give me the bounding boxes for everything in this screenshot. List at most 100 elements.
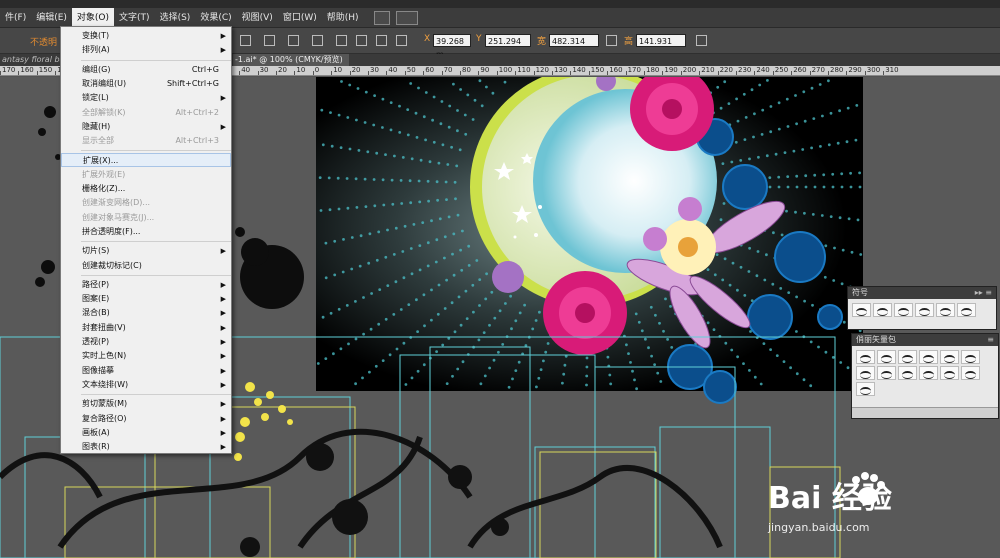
ray-dot [831, 185, 835, 189]
object-menu-item[interactable]: 图表(R) ▶ [61, 440, 231, 454]
library-panel-header[interactable]: 俏丽矢量包 ≡ [852, 334, 998, 346]
symbols-panel-header[interactable]: 符号 ▸▸ ≡ [848, 287, 996, 299]
library-swatch[interactable] [961, 350, 980, 364]
object-menu-item[interactable]: 锁定(L) ▶ [61, 91, 231, 105]
ruler-tick [423, 71, 425, 75]
symbol-swatch[interactable] [915, 303, 934, 317]
object-menu-item[interactable]: 实时上色(N) ▶ [61, 349, 231, 363]
ruler-label: 170 [627, 66, 641, 74]
object-menu-item[interactable]: 透视(P) ▶ [61, 335, 231, 349]
object-menu-item[interactable]: 取消编组(U) Shift+Ctrl+G [61, 77, 231, 91]
width-field[interactable]: 482.314 [549, 34, 599, 47]
library-swatch[interactable] [877, 366, 896, 380]
ray-dot [426, 264, 430, 268]
ray-dot [829, 111, 833, 115]
ray-dot [838, 109, 841, 113]
height-field[interactable]: 141.931 [636, 34, 686, 47]
object-menu-item[interactable]: 编组(G) Ctrl+G [61, 63, 231, 77]
panel-menu-icon[interactable]: ≡ [987, 334, 994, 346]
arrange-documents-icon[interactable] [395, 10, 418, 25]
ray-dot [445, 198, 448, 201]
object-menu-item[interactable]: 拼合透明度(F)... [61, 225, 231, 239]
symbol-swatch[interactable] [873, 303, 892, 317]
menu-item[interactable]: 对象(O) [71, 7, 115, 28]
library-swatch[interactable] [898, 350, 917, 364]
document-tab-floral[interactable]: antasy floral bac [0, 54, 69, 66]
align-top-icon[interactable] [312, 35, 323, 46]
library-swatch[interactable] [856, 366, 875, 380]
align-right-icon[interactable] [288, 35, 299, 46]
ray-dot [443, 256, 446, 260]
object-menu-item[interactable]: 切片(S) ▶ [61, 244, 231, 258]
menu-item[interactable]: 帮助(H) [322, 8, 364, 28]
object-menu-item[interactable]: 扩展(X)... [61, 153, 231, 168]
transform-icon[interactable] [696, 35, 707, 46]
y-field[interactable]: 251.294 [485, 34, 531, 47]
library-swatch[interactable] [919, 350, 938, 364]
ray-dot [440, 100, 444, 103]
ray-dot [321, 315, 325, 319]
document-tab-active[interactable]: -1.ai* @ 100% (CMYK/预览) [233, 54, 349, 66]
ray-dot [408, 179, 412, 183]
menu-item[interactable]: 效果(C) [195, 8, 236, 28]
object-menu-item[interactable]: 隐藏(H) ▶ [61, 120, 231, 134]
ray-dot [373, 94, 376, 97]
vector-library-panel[interactable]: 俏丽矢量包 ≡ [851, 333, 999, 419]
reference-point-icon[interactable] [396, 35, 407, 46]
menu-item[interactable]: 选择(S) [155, 8, 196, 28]
symbol-swatch[interactable] [957, 303, 976, 317]
menu-item[interactable]: 窗口(W) [278, 8, 322, 28]
object-menu-item[interactable]: 变换(T) ▶ [61, 29, 231, 43]
object-menu-item[interactable]: 封套扭曲(V) ▶ [61, 321, 231, 335]
align-center-icon[interactable] [264, 35, 275, 46]
symbol-swatch[interactable] [894, 303, 913, 317]
object-menu-item[interactable]: 图案(E) ▶ [61, 292, 231, 306]
library-swatch[interactable] [877, 350, 896, 364]
object-menu-item[interactable]: 创建裁切标记(C) [61, 259, 231, 273]
library-swatch[interactable] [940, 350, 959, 364]
library-swatch[interactable] [898, 366, 917, 380]
object-menu-item[interactable]: 文本绕排(W) ▶ [61, 378, 231, 392]
x-field[interactable]: 39.268 m [433, 34, 471, 59]
watermark-url: jingyan.baidu.com [768, 521, 870, 534]
library-swatch[interactable] [856, 382, 875, 396]
ray-dot [457, 295, 461, 299]
object-menu-item[interactable]: 混合(B) ▶ [61, 306, 231, 320]
ray-dot [410, 272, 414, 276]
object-menu-item[interactable]: 排列(A) ▶ [61, 43, 231, 57]
constrain-link-icon[interactable] [606, 35, 617, 46]
object-menu-item[interactable]: 栅格化(Z)... [61, 182, 231, 196]
object-menu-item[interactable]: 图像描摹 ▶ [61, 364, 231, 378]
submenu-arrow-icon: ▶ [220, 428, 226, 437]
ray-dot [404, 383, 408, 386]
menu-item[interactable]: 视图(V) [237, 8, 278, 28]
align-bottom-icon[interactable] [356, 35, 367, 46]
distribute-icon[interactable] [376, 35, 387, 46]
opacity-label[interactable]: 不透明 [30, 35, 57, 48]
library-swatch[interactable] [856, 350, 875, 364]
library-swatch[interactable] [919, 366, 938, 380]
object-menu-item[interactable]: 剪切蒙版(M) ▶ [61, 397, 231, 411]
symbol-swatch[interactable] [936, 303, 955, 317]
symbols-panel[interactable]: 符号 ▸▸ ≡ [847, 286, 997, 330]
menu-item[interactable]: 编辑(E) [31, 8, 72, 28]
menu-item[interactable]: 件(F) [0, 8, 31, 28]
ray-dot [415, 136, 419, 139]
ruler-tick [791, 71, 793, 75]
object-menu-item[interactable]: 复合路径(O) ▶ [61, 412, 231, 426]
menu-item[interactable]: 文字(T) [114, 8, 155, 28]
bridge-icon[interactable] [373, 10, 390, 25]
align-left-icon[interactable] [240, 35, 251, 46]
symbol-swatch[interactable] [852, 303, 871, 317]
object-menu-item[interactable]: 路径(P) ▶ [61, 278, 231, 292]
ruler-label: 30 [370, 66, 379, 74]
align-middle-icon[interactable] [336, 35, 347, 46]
object-menu-item[interactable]: 画板(A) ▶ [61, 426, 231, 440]
library-swatch[interactable] [961, 366, 980, 380]
ruler-label: 40 [388, 66, 398, 74]
library-swatch[interactable] [940, 366, 959, 380]
panel-menu-icon[interactable]: ▸▸ ≡ [975, 287, 992, 299]
submenu-arrow-icon: ▶ [220, 122, 226, 131]
ray-dot [478, 278, 482, 281]
ray-dot [390, 178, 394, 182]
